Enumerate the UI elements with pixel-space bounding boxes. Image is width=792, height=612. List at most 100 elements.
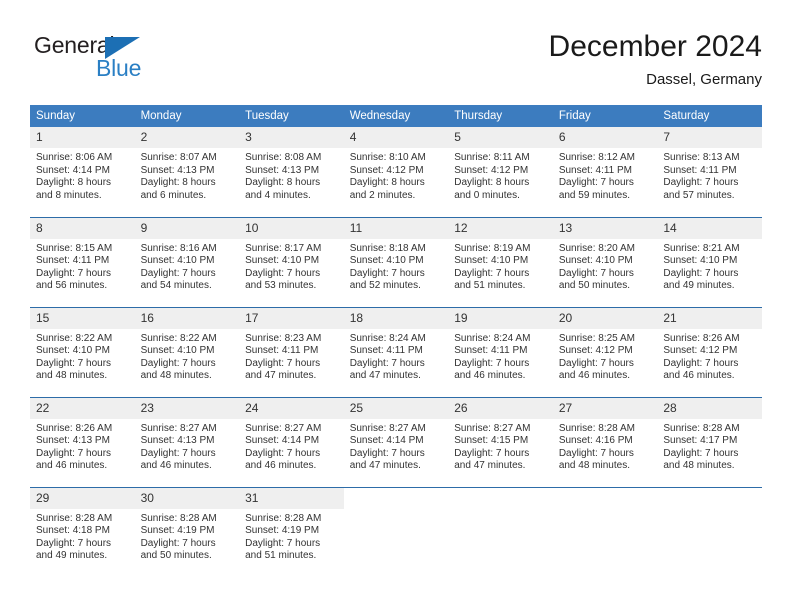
day-info: Sunrise: 8:24 AM Sunset: 4:11 PM Daylight:… <box>344 329 449 383</box>
day-cell-content: 5 Sunrise: 8:11 AM Sunset: 4:12 PM Daylight… <box>448 127 553 217</box>
day-info: Sunrise: 8:15 AM Sunset: 4:11 PM Daylight:… <box>30 239 135 293</box>
sunrise-text: Sunrise: 8:16 AM <box>140 242 217 254</box>
sunrise-text: Sunrise: 8:19 AM <box>454 242 531 254</box>
day-info: Sunrise: 8:06 AM Sunset: 4:14 PM Daylight:… <box>30 148 135 202</box>
calendar-day-cell[interactable]: 20 Sunrise: 8:25 AM Sunset: 4:12 PM Dayligh… <box>552 306 658 397</box>
day-info: Sunrise: 8:27 AM Sunset: 4:14 PM Daylight:… <box>344 419 449 473</box>
calendar-day-cell[interactable]: 13 Sunrise: 8:20 AM Sunset: 4:10 PM Dayligh… <box>552 216 658 307</box>
day-cell-content: 8 Sunrise: 8:15 AM Sunset: 4:11 PM Daylight… <box>30 217 135 307</box>
calendar-day-cell-empty <box>343 486 449 577</box>
day-number: 11 <box>343 217 449 239</box>
calendar-day-cell[interactable]: 4 Sunrise: 8:10 AM Sunset: 4:12 PM Daylight… <box>343 127 449 217</box>
calendar-day-cell[interactable]: 26 Sunrise: 8:27 AM Sunset: 4:15 PM Dayligh… <box>448 396 553 487</box>
daylight-text-line1: Daylight: 7 hours <box>663 267 739 279</box>
calendar-day-cell[interactable]: 16 Sunrise: 8:22 AM Sunset: 4:10 PM Dayligh… <box>134 306 240 397</box>
calendar-day-cell[interactable]: 18 Sunrise: 8:24 AM Sunset: 4:11 PM Dayligh… <box>343 306 449 397</box>
day-info: Sunrise: 8:27 AM Sunset: 4:15 PM Daylight:… <box>448 419 553 473</box>
daylight-text-line2: and 46 minutes. <box>663 370 735 382</box>
sunrise-text: Sunrise: 8:10 AM <box>349 152 426 163</box>
calendar-day-cell[interactable]: 21 Sunrise: 8:26 AM Sunset: 4:12 PM Dayligh… <box>657 306 762 397</box>
daylight-text-line2: and 51 minutes. <box>454 280 526 292</box>
sunrise-text: Sunrise: 8:18 AM <box>349 242 426 254</box>
sunset-text: Sunset: 4:10 PM <box>245 255 320 267</box>
weekday-header-sunday: Sunday <box>30 105 135 127</box>
daylight-text-line2: and 52 minutes. <box>349 280 421 292</box>
day-cell-content: 22 Sunrise: 8:26 AM Sunset: 4:13 PM Dayligh… <box>30 397 135 487</box>
sunrise-text: Sunrise: 8:20 AM <box>558 242 635 254</box>
sunset-text: Sunset: 4:14 PM <box>245 435 320 447</box>
daylight-text-line2: and 56 minutes. <box>36 280 108 292</box>
daylight-text-line1: Daylight: 7 hours <box>245 267 321 279</box>
sunset-text: Sunset: 4:11 PM <box>454 345 528 357</box>
day-info: Sunrise: 8:28 AM Sunset: 4:16 PM Daylight:… <box>553 419 658 473</box>
day-info: Sunrise: 8:28 AM Sunset: 4:17 PM Daylight:… <box>657 419 762 473</box>
sunrise-text: Sunrise: 8:27 AM <box>245 422 322 434</box>
calendar-day-cell[interactable]: 11 Sunrise: 8:18 AM Sunset: 4:10 PM Dayligh… <box>343 216 449 307</box>
day-info: Sunrise: 8:25 AM Sunset: 4:12 PM Daylight:… <box>553 329 658 383</box>
title-block: December 2024 Dassel, Germany <box>549 28 762 91</box>
calendar-day-cell[interactable]: 7 Sunrise: 8:13 AM Sunset: 4:11 PM Daylight… <box>657 127 762 217</box>
day-cell-content: 10 Sunrise: 8:17 AM Sunset: 4:10 PM Dayligh… <box>239 217 344 307</box>
sunset-text: Sunset: 4:12 PM <box>558 345 633 357</box>
calendar-day-cell[interactable]: 14 Sunrise: 8:21 AM Sunset: 4:10 PM Dayligh… <box>657 216 762 307</box>
day-cell-content: 26 Sunrise: 8:27 AM Sunset: 4:15 PM Dayligh… <box>448 397 553 487</box>
daylight-text-line1: Daylight: 7 hours <box>140 537 216 549</box>
calendar-day-cell[interactable]: 10 Sunrise: 8:17 AM Sunset: 4:10 PM Dayligh… <box>239 216 344 307</box>
sunrise-text: Sunrise: 8:27 AM <box>140 422 217 434</box>
calendar-day-cell[interactable]: 28 Sunrise: 8:28 AM Sunset: 4:17 PM Dayligh… <box>657 396 762 487</box>
daylight-text-line2: and 2 minutes. <box>349 189 416 201</box>
sunset-text: Sunset: 4:10 PM <box>663 255 738 267</box>
day-info: Sunrise: 8:26 AM Sunset: 4:12 PM Daylight:… <box>657 329 762 383</box>
calendar-day-cell[interactable]: 31 Sunrise: 8:28 AM Sunset: 4:19 PM Dayligh… <box>239 486 344 578</box>
day-number: 2 <box>134 127 240 148</box>
day-number: 10 <box>239 217 344 239</box>
day-number: 25 <box>343 397 449 419</box>
calendar-day-cell[interactable]: 8 Sunrise: 8:15 AM Sunset: 4:11 PM Daylight… <box>30 216 135 307</box>
day-number: 23 <box>134 397 240 419</box>
daylight-text-line1: Daylight: 7 hours <box>558 267 634 279</box>
weekday-header-tuesday: Tuesday <box>239 105 344 127</box>
day-number: 8 <box>30 217 135 239</box>
calendar-day-cell[interactable]: 2 Sunrise: 8:07 AM Sunset: 4:13 PM Daylight… <box>134 127 240 217</box>
sunset-text: Sunset: 4:13 PM <box>140 435 215 447</box>
calendar-day-cell[interactable]: 27 Sunrise: 8:28 AM Sunset: 4:16 PM Dayligh… <box>552 396 658 487</box>
calendar-day-cell[interactable]: 17 Sunrise: 8:23 AM Sunset: 4:11 PM Dayligh… <box>239 306 344 397</box>
day-info: Sunrise: 8:11 AM Sunset: 4:12 PM Daylight:… <box>448 148 553 202</box>
calendar-day-cell[interactable]: 5 Sunrise: 8:11 AM Sunset: 4:12 PM Daylight… <box>448 127 553 217</box>
daylight-text-line1: Daylight: 7 hours <box>558 447 634 459</box>
calendar-day-cell[interactable]: 23 Sunrise: 8:27 AM Sunset: 4:13 PM Dayligh… <box>134 396 240 487</box>
daylight-text-line2: and 48 minutes. <box>558 460 630 472</box>
calendar-day-cell[interactable]: 29 Sunrise: 8:28 AM Sunset: 4:18 PM Dayligh… <box>30 486 135 577</box>
calendar-day-cell[interactable]: 30 Sunrise: 8:28 AM Sunset: 4:19 PM Dayligh… <box>134 486 240 577</box>
calendar-day-cell[interactable]: 12 Sunrise: 8:19 AM Sunset: 4:10 PM Dayligh… <box>448 216 553 307</box>
day-cell-content: 11 Sunrise: 8:18 AM Sunset: 4:10 PM Dayligh… <box>343 217 449 307</box>
sunset-text: Sunset: 4:12 PM <box>349 164 424 176</box>
calendar-day-cell[interactable]: 22 Sunrise: 8:26 AM Sunset: 4:13 PM Dayligh… <box>30 396 135 487</box>
day-cell-content: 20 Sunrise: 8:25 AM Sunset: 4:12 PM Dayligh… <box>552 307 658 397</box>
weekday-header-wednesday: Wednesday <box>343 105 449 127</box>
calendar-day-cell[interactable]: 15 Sunrise: 8:22 AM Sunset: 4:10 PM Dayligh… <box>30 306 135 397</box>
sunset-text: Sunset: 4:18 PM <box>36 525 110 537</box>
calendar-day-cell[interactable]: 19 Sunrise: 8:24 AM Sunset: 4:11 PM Dayligh… <box>448 306 553 397</box>
sunset-text: Sunset: 4:15 PM <box>454 435 529 447</box>
sunset-text: Sunset: 4:11 PM <box>36 255 110 267</box>
calendar-day-cell[interactable]: 25 Sunrise: 8:27 AM Sunset: 4:14 PM Dayligh… <box>343 396 449 487</box>
day-number: 28 <box>657 397 762 419</box>
day-cell-content <box>657 488 762 578</box>
daylight-text-line1: Daylight: 7 hours <box>558 357 634 369</box>
day-cell-content: 31 Sunrise: 8:28 AM Sunset: 4:19 PM Dayligh… <box>239 487 344 578</box>
day-info: Sunrise: 8:13 AM Sunset: 4:11 PM Daylight:… <box>657 148 762 202</box>
daylight-text-line1: Daylight: 7 hours <box>454 357 530 369</box>
day-number: 1 <box>30 127 135 148</box>
day-info: Sunrise: 8:12 AM Sunset: 4:11 PM Daylight:… <box>553 148 658 202</box>
calendar-day-cell[interactable]: 3 Sunrise: 8:08 AM Sunset: 4:13 PM Daylight… <box>239 127 344 217</box>
calendar-day-cell[interactable]: 6 Sunrise: 8:12 AM Sunset: 4:11 PM Daylight… <box>552 127 658 217</box>
general-blue-logo[interactable]: General Blue <box>34 32 164 88</box>
daylight-text-line1: Daylight: 8 hours <box>36 177 112 189</box>
calendar-day-cell[interactable]: 1 Sunrise: 8:06 AM Sunset: 4:14 PM Daylight… <box>30 127 135 217</box>
daylight-text-line2: and 6 minutes. <box>140 189 207 201</box>
calendar-day-cell[interactable]: 24 Sunrise: 8:27 AM Sunset: 4:14 PM Dayligh… <box>239 396 344 487</box>
sunset-text: Sunset: 4:10 PM <box>454 255 529 267</box>
calendar-day-cell[interactable]: 9 Sunrise: 8:16 AM Sunset: 4:10 PM Daylight… <box>134 216 240 307</box>
day-cell-content: 3 Sunrise: 8:08 AM Sunset: 4:13 PM Daylight… <box>239 127 344 217</box>
